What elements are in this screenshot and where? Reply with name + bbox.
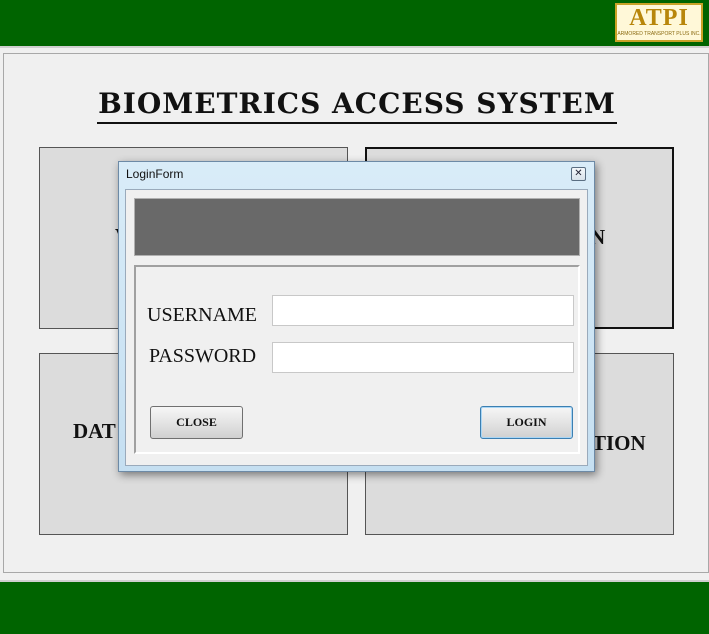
top-header-bar: ATPI ARMORED TRANSPORT PLUS INC. bbox=[0, 0, 709, 48]
login-button[interactable]: LOGIN bbox=[480, 406, 573, 439]
logo-text: ATPI bbox=[629, 5, 689, 31]
close-button[interactable]: CLOSE bbox=[150, 406, 243, 439]
close-icon[interactable]: ✕ bbox=[571, 167, 586, 181]
username-label: USERNAME bbox=[147, 304, 258, 326]
tile-label: DAT bbox=[73, 419, 116, 443]
login-dialog: LoginForm ✕ USERNAME PASSWORD CLOSE LOGI… bbox=[118, 161, 595, 472]
logo-subtext: ARMORED TRANSPORT PLUS INC. bbox=[617, 31, 701, 37]
login-form-group: USERNAME PASSWORD CLOSE LOGIN bbox=[134, 265, 580, 454]
app-title: BIOMETRICS ACCESS SYSTEM bbox=[97, 86, 617, 124]
dialog-titlebar[interactable]: LoginForm ✕ bbox=[119, 162, 594, 186]
company-logo: ATPI ARMORED TRANSPORT PLUS INC. bbox=[615, 3, 703, 42]
tile-label: TION bbox=[592, 431, 646, 455]
username-input[interactable] bbox=[272, 295, 574, 326]
password-input[interactable] bbox=[272, 342, 574, 373]
bottom-footer-bar bbox=[0, 580, 709, 634]
dialog-title: LoginForm bbox=[126, 167, 184, 181]
dialog-client-area: USERNAME PASSWORD CLOSE LOGIN bbox=[125, 189, 588, 466]
password-label: PASSWORD bbox=[149, 345, 257, 367]
login-banner bbox=[134, 198, 580, 256]
